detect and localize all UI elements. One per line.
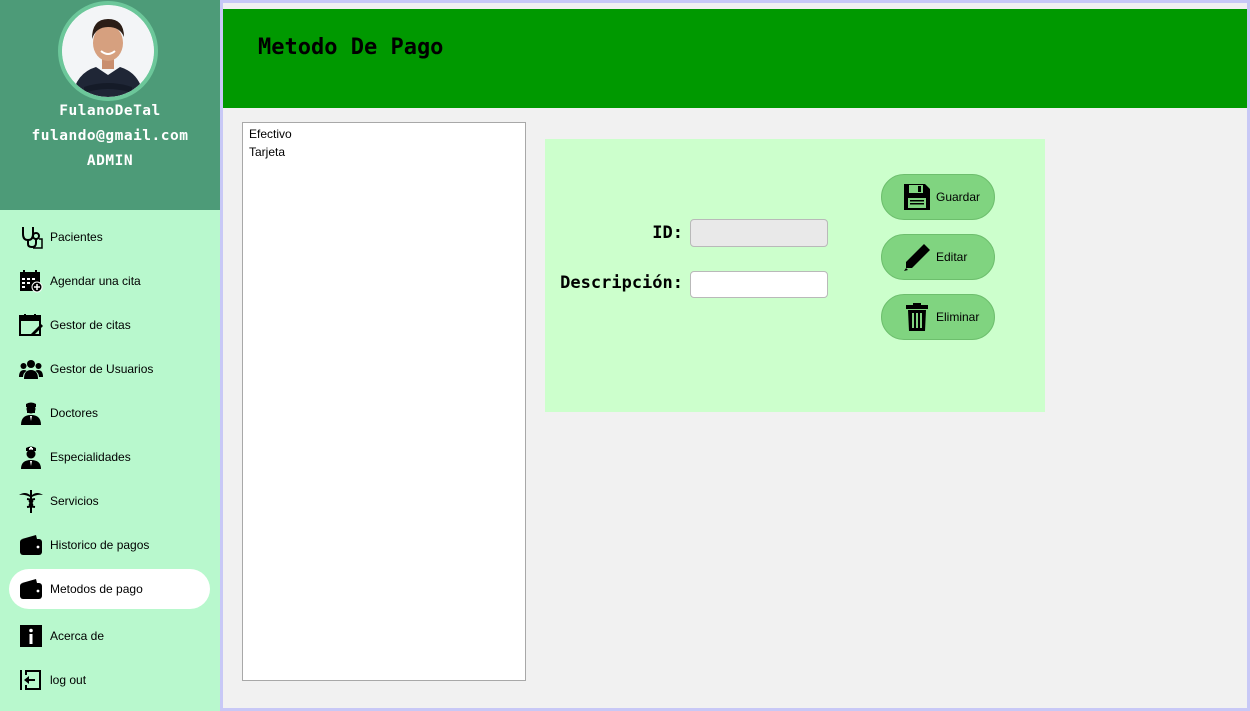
users-icon xyxy=(19,357,43,381)
sidebar-item-especialidades[interactable]: Especialidades xyxy=(9,437,210,477)
profile-username: FulanoDeTal xyxy=(59,103,161,119)
save-button[interactable]: Guardar xyxy=(881,174,995,220)
calendar-add-icon xyxy=(19,269,43,293)
sidebar-item-label: Servicios xyxy=(50,494,99,508)
form-panel: ID: Descripción: Guardar Editar Eliminar xyxy=(545,139,1045,412)
sidebar-item-doctores[interactable]: Doctores xyxy=(9,393,210,433)
profile-card: FulanoDeTal fulando@gmail.com ADMIN xyxy=(0,0,220,210)
payment-methods-list[interactable]: Efectivo Tarjeta xyxy=(242,122,526,681)
frame-border-top xyxy=(220,0,1250,3)
calendar-edit-icon xyxy=(19,313,43,337)
sidebar-item-acerca-de[interactable]: Acerca de xyxy=(9,616,210,656)
sidebar-item-label: Historico de pagos xyxy=(50,538,150,552)
save-button-label: Guardar xyxy=(936,190,981,204)
wallet-icon xyxy=(19,577,43,601)
profile-email: fulando@gmail.com xyxy=(31,128,189,144)
wallet-icon xyxy=(19,533,43,557)
caduceus-icon xyxy=(19,489,43,513)
sidebar-item-logout[interactable]: log out xyxy=(9,660,210,700)
list-item[interactable]: Efectivo xyxy=(243,125,525,143)
info-icon xyxy=(19,624,43,648)
description-label: Descripción: xyxy=(560,273,683,293)
description-field[interactable] xyxy=(690,271,828,298)
sidebar-item-label: Acerca de xyxy=(50,629,105,643)
profile-role: ADMIN xyxy=(86,153,134,169)
stethoscope-icon xyxy=(19,225,43,249)
floppy-disk-icon xyxy=(902,182,932,212)
pencil-icon xyxy=(902,242,932,272)
avatar xyxy=(58,1,158,101)
sidebar-item-label: Metodos de pago xyxy=(50,582,143,596)
page-title: Metodo De Pago xyxy=(258,35,444,60)
trash-icon xyxy=(902,302,932,332)
doctor-icon xyxy=(19,401,43,425)
edit-button[interactable]: Editar xyxy=(881,234,995,280)
sidebar-item-label: Especialidades xyxy=(50,450,131,464)
sidebar-item-label: Gestor de citas xyxy=(50,318,131,332)
sidebar-item-historico-pagos[interactable]: Historico de pagos xyxy=(9,525,210,565)
logout-icon xyxy=(19,668,43,692)
doctor-specialty-icon xyxy=(19,445,43,469)
sidebar-item-label: Doctores xyxy=(50,406,99,420)
delete-button-label: Eliminar xyxy=(936,310,980,324)
sidebar-item-metodos-pago[interactable]: Metodos de pago xyxy=(9,569,210,609)
sidebar-item-agendar-cita[interactable]: Agendar una cita xyxy=(9,261,210,301)
sidebar-item-label: log out xyxy=(50,673,87,687)
sidebar-item-gestor-citas[interactable]: Gestor de citas xyxy=(9,305,210,345)
sidebar-item-label: Gestor de Usuarios xyxy=(50,362,154,376)
sidebar-item-label: Agendar una cita xyxy=(50,274,141,288)
sidebar-item-pacientes[interactable]: Pacientes xyxy=(9,217,210,257)
user-photo-icon xyxy=(62,5,154,97)
list-item[interactable]: Tarjeta xyxy=(243,143,525,161)
delete-button[interactable]: Eliminar xyxy=(881,294,995,340)
sidebar-item-gestor-usuarios[interactable]: Gestor de Usuarios xyxy=(9,349,210,389)
id-field xyxy=(690,219,828,247)
id-label: ID: xyxy=(652,223,683,243)
sidebar: FulanoDeTal fulando@gmail.com ADMIN Paci… xyxy=(0,0,220,711)
sidebar-item-servicios[interactable]: Servicios xyxy=(9,481,210,521)
edit-button-label: Editar xyxy=(936,250,968,264)
page-header: Metodo De Pago xyxy=(223,9,1247,108)
sidebar-item-label: Pacientes xyxy=(50,230,103,244)
